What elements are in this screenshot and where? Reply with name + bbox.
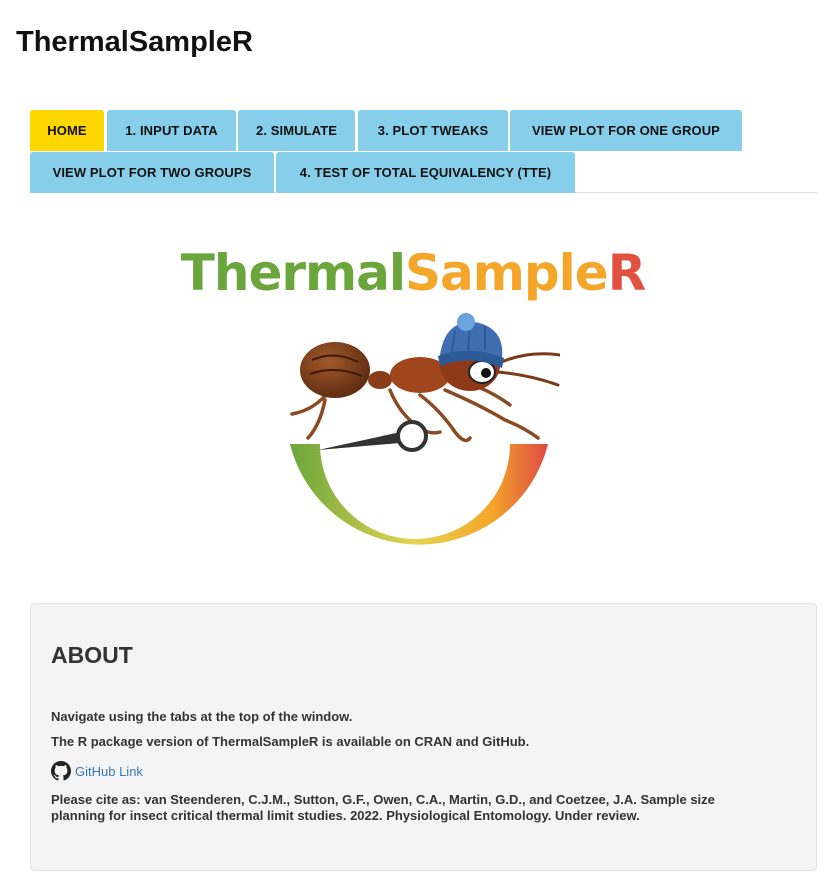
package-info: The R package version of ThermalSampleR …: [51, 734, 530, 749]
tab-label: HOME: [47, 123, 87, 138]
tab-bar: HOME 1. INPUT DATA 2. SIMULATE 3. PLOT T…: [30, 110, 817, 193]
tab-simulate[interactable]: 2. SIMULATE: [238, 110, 355, 151]
nav-instructions: Navigate using the tabs at the top of th…: [51, 709, 353, 724]
tab-label: 3. PLOT TWEAKS: [377, 123, 489, 138]
tab-plot-tweaks[interactable]: 3. PLOT TWEAKS: [358, 110, 508, 151]
logo-word-sample: Sample: [405, 244, 609, 302]
ant-thermometer-gauge-logo: [290, 313, 560, 545]
logo-wordmark: ThermalSampleR: [0, 244, 826, 302]
logo-word-thermal: Thermal: [180, 244, 406, 302]
tab-view-plot-two-groups[interactable]: VIEW PLOT FOR TWO GROUPS: [30, 152, 274, 193]
tab-label: VIEW PLOT FOR TWO GROUPS: [52, 165, 252, 180]
tab-home[interactable]: HOME: [30, 110, 104, 151]
tab-label: 1. INPUT DATA: [125, 123, 218, 138]
tab-label: 2. SIMULATE: [255, 123, 338, 138]
github-link-label: GitHub Link: [75, 763, 143, 779]
logo-word-r: R: [607, 244, 647, 302]
logo: ThermalSampleR: [0, 240, 826, 580]
tab-view-plot-one-group[interactable]: VIEW PLOT FOR ONE GROUP: [510, 110, 742, 151]
github-link[interactable]: GitHub Link: [51, 761, 143, 781]
app-title: ThermalSampleR: [16, 26, 253, 58]
citation-line-2: planning for insect critical thermal lim…: [51, 808, 640, 823]
tab-label: 4. TEST OF TOTAL EQUIVALENCY (TTE): [299, 165, 552, 180]
tab-test-total-equivalency[interactable]: 4. TEST OF TOTAL EQUIVALENCY (TTE): [276, 152, 575, 193]
about-title: ABOUT: [51, 642, 133, 668]
tab-label: VIEW PLOT FOR ONE GROUP: [532, 123, 720, 138]
gauge-arc: [290, 444, 548, 545]
citation-line-1: Please cite as: van Steenderen, C.J.M., …: [51, 792, 715, 807]
about-panel: ABOUT Navigate using the tabs at the top…: [30, 603, 817, 871]
hat-pompom: [457, 313, 475, 331]
tab-input-data[interactable]: 1. INPUT DATA: [107, 110, 236, 151]
github-icon: [51, 761, 71, 781]
